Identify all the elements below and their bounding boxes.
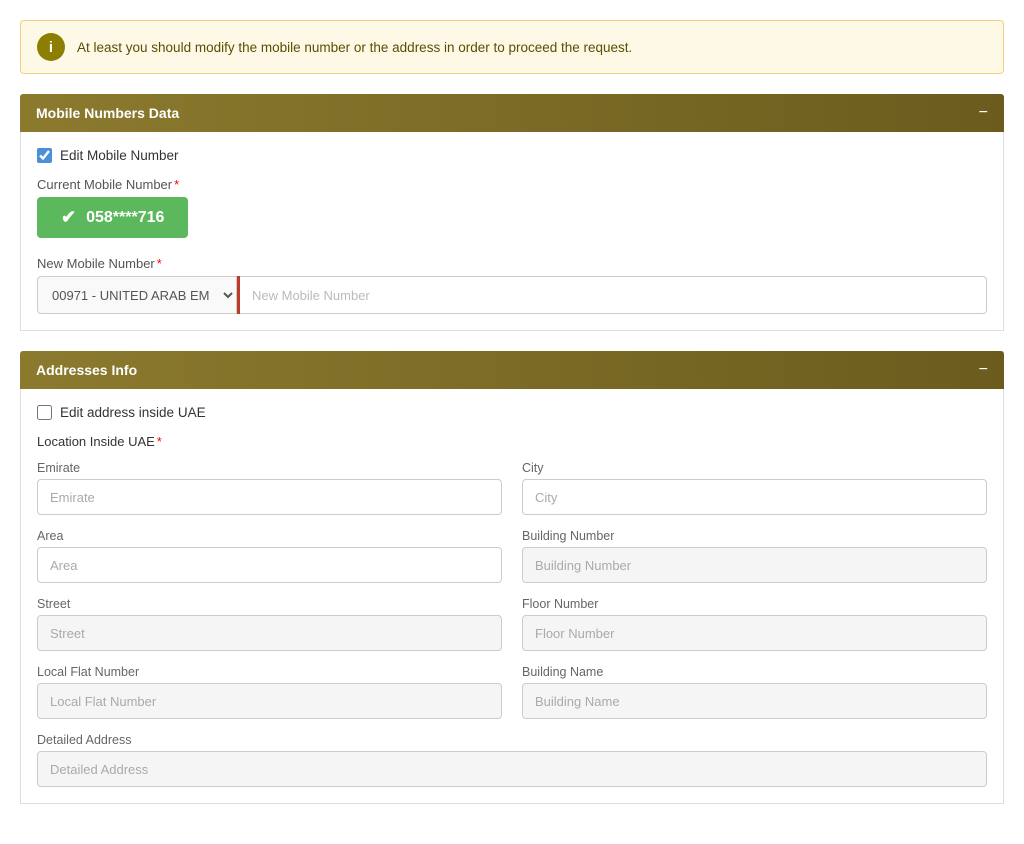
street-group: Street	[37, 597, 502, 651]
new-mobile-field-label: New Mobile Number*	[37, 256, 987, 271]
emirate-group: Emirate	[37, 461, 502, 515]
floor-number-input[interactable]	[522, 615, 987, 651]
detailed-address-input[interactable]	[37, 751, 987, 787]
current-mobile-label: Current Mobile Number*	[37, 177, 987, 192]
city-group: City	[522, 461, 987, 515]
edit-address-label: Edit address inside UAE	[60, 405, 206, 420]
page-wrapper: i At least you should modify the mobile …	[0, 0, 1024, 844]
floor-number-label: Floor Number	[522, 597, 987, 611]
edit-mobile-checkbox-row: Edit Mobile Number	[37, 148, 987, 163]
current-mobile-number: 058****716	[86, 209, 164, 227]
local-flat-number-input[interactable]	[37, 683, 502, 719]
street-label: Street	[37, 597, 502, 611]
address-form-grid: Emirate City Area Building Number	[37, 461, 987, 787]
mobile-section-body: Edit Mobile Number Current Mobile Number…	[20, 132, 1004, 331]
emirate-input[interactable]	[37, 479, 502, 515]
edit-address-checkbox-row: Edit address inside UAE	[37, 405, 987, 420]
new-mobile-input[interactable]	[240, 276, 987, 314]
city-label: City	[522, 461, 987, 475]
building-name-group: Building Name	[522, 665, 987, 719]
address-section-body: Edit address inside UAE Location Inside …	[20, 389, 1004, 804]
address-section: Addresses Info − Edit address inside UAE…	[20, 351, 1004, 804]
new-mobile-row: 00971 - UNITED ARAB EMI...	[37, 276, 987, 314]
area-input[interactable]	[37, 547, 502, 583]
address-section-header: Addresses Info −	[20, 351, 1004, 389]
building-number-input[interactable]	[522, 547, 987, 583]
floor-number-group: Floor Number	[522, 597, 987, 651]
area-label: Area	[37, 529, 502, 543]
area-group: Area	[37, 529, 502, 583]
alert-message: At least you should modify the mobile nu…	[77, 40, 632, 55]
location-label: Location Inside UAE*	[37, 434, 987, 449]
info-icon: i	[37, 33, 65, 61]
mobile-collapse-icon[interactable]: −	[979, 104, 988, 122]
local-flat-number-label: Local Flat Number	[37, 665, 502, 679]
building-name-label: Building Name	[522, 665, 987, 679]
address-collapse-icon[interactable]: −	[979, 361, 988, 379]
country-code-select[interactable]: 00971 - UNITED ARAB EMI...	[37, 276, 237, 314]
check-icon: ✔	[61, 207, 76, 228]
building-name-input[interactable]	[522, 683, 987, 719]
detailed-address-label: Detailed Address	[37, 733, 987, 747]
address-section-title: Addresses Info	[36, 362, 137, 378]
building-number-group: Building Number	[522, 529, 987, 583]
mobile-section-title: Mobile Numbers Data	[36, 105, 179, 121]
building-number-label: Building Number	[522, 529, 987, 543]
edit-mobile-checkbox[interactable]	[37, 148, 52, 163]
edit-mobile-label: Edit Mobile Number	[60, 148, 179, 163]
mobile-section-header: Mobile Numbers Data −	[20, 94, 1004, 132]
emirate-label: Emirate	[37, 461, 502, 475]
city-input[interactable]	[522, 479, 987, 515]
mobile-section: Mobile Numbers Data − Edit Mobile Number…	[20, 94, 1004, 331]
edit-address-checkbox[interactable]	[37, 405, 52, 420]
current-mobile-button[interactable]: ✔ 058****716	[37, 197, 188, 238]
local-flat-number-group: Local Flat Number	[37, 665, 502, 719]
street-input[interactable]	[37, 615, 502, 651]
detailed-address-group: Detailed Address	[37, 733, 987, 787]
alert-banner: i At least you should modify the mobile …	[20, 20, 1004, 74]
